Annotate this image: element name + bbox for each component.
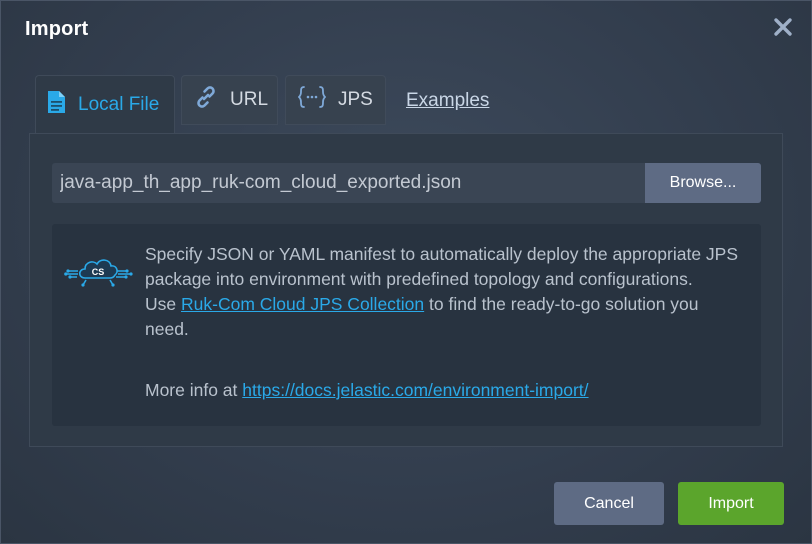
import-button[interactable]: Import xyxy=(678,482,784,525)
tab-jps[interactable]: JPS xyxy=(285,75,386,125)
tab-url[interactable]: URL xyxy=(181,75,278,125)
tab-local-file-label: Local File xyxy=(78,93,160,115)
tab-local-file[interactable]: Local File xyxy=(35,75,175,133)
code-braces-icon xyxy=(297,85,327,115)
cancel-button[interactable]: Cancel xyxy=(554,482,664,525)
jps-collection-link[interactable]: Ruk-Com Cloud JPS Collection xyxy=(181,294,424,314)
document-icon xyxy=(47,90,66,120)
logo-text: CS xyxy=(92,267,105,277)
info-box: CS Specify JSON or YAML manifest to auto… xyxy=(52,224,761,426)
file-name-input[interactable] xyxy=(52,163,644,203)
import-dialog: Import Local File URL JPS Examples java-… xyxy=(0,0,812,544)
info-collection-line: Use Ruk-Com Cloud JPS Collection to find… xyxy=(145,292,745,342)
info-use-prefix: Use xyxy=(145,294,177,314)
tab-jps-label: JPS xyxy=(338,89,373,110)
dialog-title: Import xyxy=(25,18,89,40)
tab-url-label: URL xyxy=(230,89,269,110)
cloud-circuit-icon: CS xyxy=(64,250,134,288)
info-text: Specify JSON or YAML manifest to automat… xyxy=(145,242,745,342)
close-icon[interactable] xyxy=(771,15,795,39)
docs-link[interactable]: https://docs.jelastic.com/environment-im… xyxy=(242,380,588,400)
tab-examples-link[interactable]: Examples xyxy=(406,90,489,112)
file-picker: Browse... xyxy=(52,163,761,203)
local-file-panel: Browse... xyxy=(29,133,783,447)
link-icon xyxy=(194,85,218,115)
info-description: Specify JSON or YAML manifest to automat… xyxy=(145,244,739,289)
info-more-prefix: More info at xyxy=(145,380,238,400)
browse-button[interactable]: Browse... xyxy=(645,163,761,203)
info-more-line: More info at https://docs.jelastic.com/e… xyxy=(145,380,589,401)
